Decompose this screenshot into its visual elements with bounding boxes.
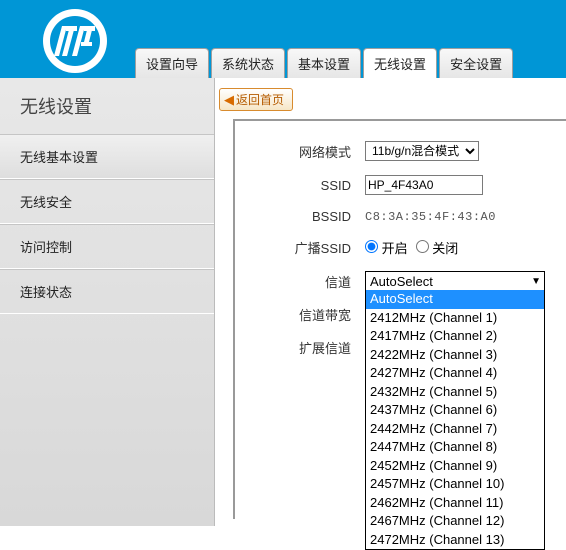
form-panel: 网络模式 11b/g/n混合模式 SSID BSSID C8:3A:35:4F:…: [233, 119, 566, 519]
channel-label: 信道: [235, 272, 365, 291]
hp-logo: [40, 6, 110, 79]
tab-basic-settings[interactable]: 基本设置: [287, 48, 361, 78]
channel-option[interactable]: 2417MHz (Channel 2): [366, 327, 544, 346]
channel-option[interactable]: AutoSelect: [366, 290, 544, 309]
channel-selected-value: AutoSelect: [370, 274, 433, 289]
back-home-button[interactable]: ◀ 返回首页: [219, 88, 293, 111]
bandwidth-label: 信道带宽: [235, 305, 365, 324]
ssid-label: SSID: [235, 178, 365, 193]
channel-option[interactable]: 2412MHz (Channel 1): [366, 309, 544, 328]
bssid-label: BSSID: [235, 209, 365, 224]
tab-security-settings[interactable]: 安全设置: [439, 48, 513, 78]
channel-option[interactable]: 2457MHz (Channel 10): [366, 475, 544, 494]
back-arrow-icon: ◀: [224, 92, 234, 108]
ssid-input[interactable]: [365, 175, 483, 195]
network-mode-select[interactable]: 11b/g/n混合模式: [365, 141, 479, 161]
tab-bar: 设置向导 系统状态 基本设置 无线设置 安全设置: [135, 48, 513, 78]
back-home-label: 返回首页: [236, 91, 284, 108]
channel-option[interactable]: 2437MHz (Channel 6): [366, 401, 544, 420]
broadcast-on-radio[interactable]: [365, 240, 378, 253]
broadcast-off-radio[interactable]: [416, 240, 429, 253]
tab-system-status[interactable]: 系统状态: [211, 48, 285, 78]
network-mode-label: 网络模式: [235, 142, 365, 161]
header: 设置向导 系统状态 基本设置 无线设置 安全设置: [0, 0, 566, 78]
broadcast-ssid-label: 广播SSID: [235, 238, 365, 257]
broadcast-off-label: 关闭: [432, 241, 458, 256]
channel-option[interactable]: 2472MHz (Channel 13): [366, 531, 544, 550]
tab-wireless-settings[interactable]: 无线设置: [363, 48, 437, 78]
channel-option[interactable]: 2422MHz (Channel 3): [366, 346, 544, 365]
tab-setup-wizard[interactable]: 设置向导: [135, 48, 209, 78]
ext-channel-label: 扩展信道: [235, 338, 365, 357]
sidebar: 无线设置 无线基本设置 无线安全 访问控制 连接状态: [0, 78, 215, 526]
sidebar-item-wireless-security[interactable]: 无线安全: [0, 179, 214, 224]
channel-option[interactable]: 2432MHz (Channel 5): [366, 383, 544, 402]
broadcast-on-label: 开启: [382, 241, 408, 256]
channel-option[interactable]: 2462MHz (Channel 11): [366, 494, 544, 513]
sidebar-item-access-control[interactable]: 访问控制: [0, 224, 214, 269]
sidebar-item-connection-status[interactable]: 连接状态: [0, 269, 214, 314]
bssid-value: C8:3A:35:4F:43:A0: [365, 210, 496, 224]
channel-option[interactable]: 2427MHz (Channel 4): [366, 364, 544, 383]
channel-option[interactable]: 2442MHz (Channel 7): [366, 420, 544, 439]
main-content: ◀ 返回首页 网络模式 11b/g/n混合模式 SSID BS: [215, 78, 566, 526]
channel-option[interactable]: 2452MHz (Channel 9): [366, 457, 544, 476]
channel-option[interactable]: 2467MHz (Channel 12): [366, 512, 544, 531]
channel-select[interactable]: AutoSelect ▼ AutoSelect 2412MHz (Channel…: [365, 271, 545, 291]
sidebar-title: 无线设置: [0, 78, 214, 134]
sidebar-item-wireless-basic[interactable]: 无线基本设置: [0, 134, 214, 179]
channel-dropdown: AutoSelect 2412MHz (Channel 1) 2417MHz (…: [365, 290, 545, 550]
chevron-down-icon: ▼: [531, 276, 541, 287]
channel-option[interactable]: 2447MHz (Channel 8): [366, 438, 544, 457]
